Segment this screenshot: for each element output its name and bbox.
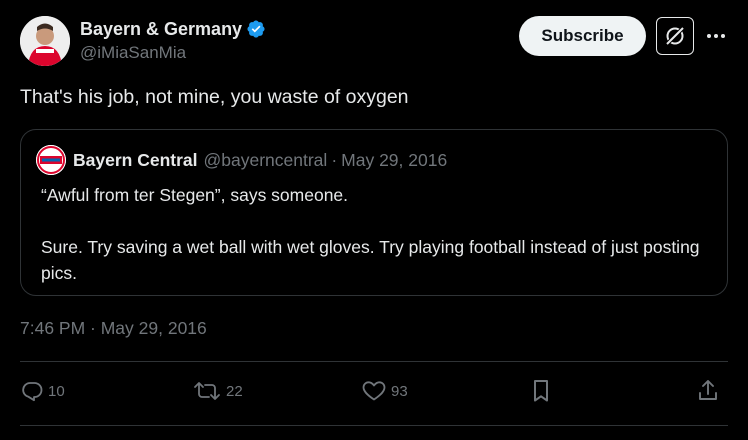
quoted-separator: · [331,149,338,170]
more-dots-icon[interactable] [704,22,728,50]
retweet-button[interactable]: 22 [192,373,243,409]
heart-icon [361,379,387,403]
tweet-timestamp[interactable]: 7:46 PM · May 29, 2016 [20,318,207,339]
quoted-date: May 29, 2016 [341,149,448,170]
reply-icon [20,379,44,403]
quoted-author-avatar [36,145,66,175]
share-icon [696,378,720,404]
share-button[interactable] [696,373,720,409]
retweet-count: 22 [226,382,243,400]
divider [20,425,728,426]
author-avatar[interactable] [20,16,70,66]
verified-badge-icon [246,19,266,39]
like-button[interactable]: 93 [361,373,408,409]
quoted-author-name: Bayern Central [73,149,198,170]
bookmark-icon [529,378,553,404]
grok-icon[interactable] [656,17,694,55]
tweet-header: Bayern & Germany @iMiaSanMia Subscribe [20,16,728,68]
author-handle[interactable]: @iMiaSanMia [80,43,266,63]
like-count: 93 [391,382,408,400]
quoted-text-line: “Awful from ter Stegen”, says someone. [41,185,349,205]
action-bar: 10 22 93 [20,373,728,409]
quoted-tweet[interactable]: Bayern Central @bayerncentral · May 29, … [20,129,728,296]
retweet-icon [192,379,222,403]
reply-button[interactable]: 10 [20,373,65,409]
divider [20,361,728,362]
quoted-author-handle: @bayerncentral [203,149,328,170]
reply-count: 10 [48,382,65,400]
bookmark-button[interactable] [529,373,553,409]
subscribe-button[interactable]: Subscribe [519,16,646,56]
quoted-tweet-body: “Awful from ter Stegen”, says someone. S… [41,182,721,286]
quoted-text-line: Sure. Try saving a wet ball with wet glo… [41,237,700,283]
tweet-text: That's his job, not mine, you waste of o… [20,86,409,108]
author-display-name[interactable]: Bayern & Germany [80,19,242,40]
